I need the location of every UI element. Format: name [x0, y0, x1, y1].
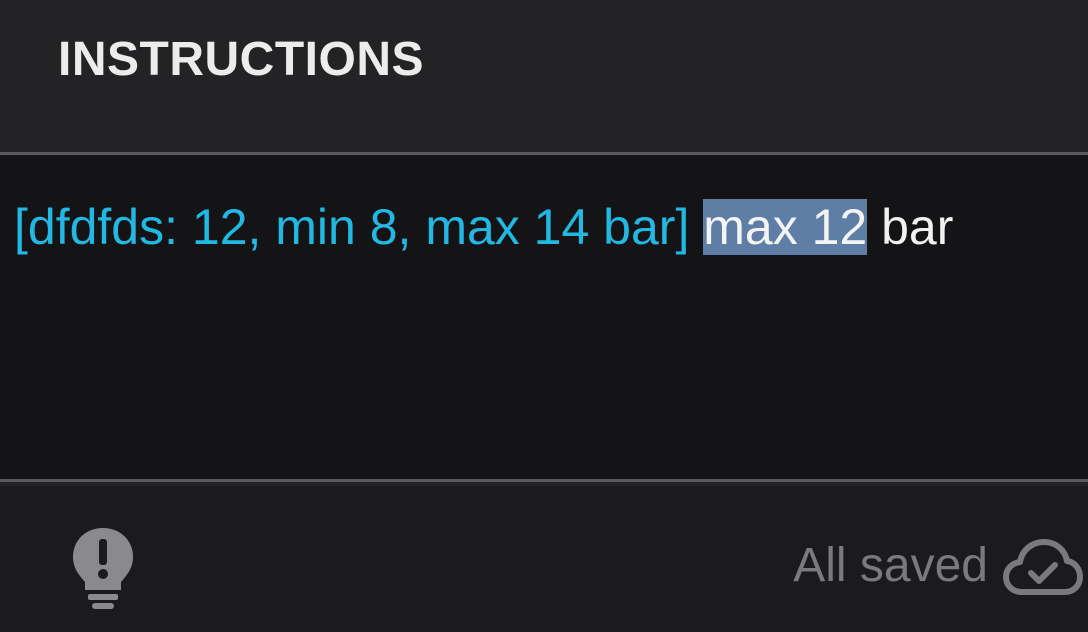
- template-tag-text[interactable]: [dfdfds: 12, min 8, max 14 bar]: [14, 199, 689, 255]
- selected-text[interactable]: max 12: [703, 199, 868, 255]
- panel-header: INSTRUCTIONS: [0, 0, 1088, 150]
- cloud-check-icon: [1002, 534, 1084, 598]
- editor-line[interactable]: [dfdfds: 12, min 8, max 14 bar] max 12 b…: [14, 195, 953, 259]
- panel-title: INSTRUCTIONS: [58, 33, 424, 86]
- panel-footer: All saved: [0, 486, 1088, 632]
- instructions-panel: INSTRUCTIONS [dfdfds: 12, min 8, max 14 …: [0, 0, 1088, 632]
- trailing-text[interactable]: bar: [867, 199, 953, 255]
- instructions-editor[interactable]: [dfdfds: 12, min 8, max 14 bar] max 12 b…: [0, 152, 1088, 482]
- lightbulb-exclamation-icon[interactable]: [70, 526, 136, 610]
- save-status-text: All saved: [793, 539, 988, 592]
- separator-space: [689, 199, 703, 255]
